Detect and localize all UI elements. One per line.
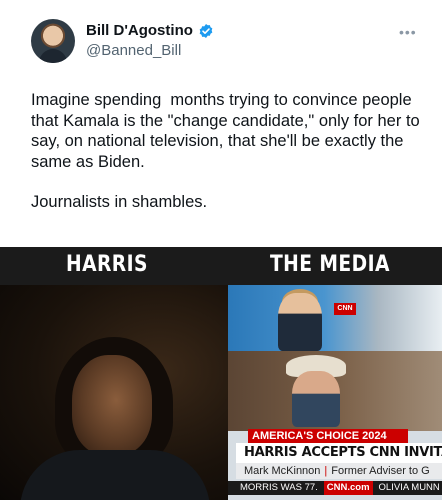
tv-guest [292,371,340,427]
meme-label-left: HARRIS [66,252,148,277]
ticker-cnn-logo: CNN.com [323,481,373,495]
portrait-jacket [20,450,210,500]
tweet-paragraph-2: Journalists in shambles. [31,193,208,211]
chyron-headline: HARRIS ACCEPTS CNN INVITATION FOR A S [236,443,442,463]
tweet-text: Imagine spending months trying to convin… [31,90,426,213]
tweet-media-image[interactable]: HARRIS THE MEDIA CNN AMERICA'S CHOICE 20… [0,247,442,500]
meme-label-bar: HARRIS THE MEDIA [0,247,442,285]
news-chyron: AMERICA'S CHOICE 2024 HARRIS ACCEPTS CNN… [228,429,442,500]
chyron-tag: AMERICA'S CHOICE 2024 [248,429,408,443]
author-handle[interactable]: @Banned_Bill [86,42,181,59]
author-avatar[interactable] [31,19,75,63]
chyron-separator: | [324,465,328,477]
tv-studio-top [228,285,442,351]
news-anchor [278,293,322,351]
chyron-subtitle: Mark McKinnon | Former Adviser to G [236,463,442,479]
cnn-mini-logo: CNN [334,303,356,315]
chyron-guest-title: Former Adviser to G [331,465,430,477]
tweet-header: Bill D'Agostino @Banned_Bill ••• [0,0,442,78]
author-name-row: Bill D'Agostino [86,22,214,39]
chyron-guest-name: Mark McKinnon [244,465,321,477]
news-ticker: MORRIS WAS 77. CNN.com OLIVIA MUNN ANI [228,481,442,495]
more-options-icon[interactable]: ••• [399,24,417,40]
author-name[interactable]: Bill D'Agostino [86,22,193,39]
portrait-face [72,355,152,455]
ticker-right-text: OLIVIA MUNN ANI [378,482,442,493]
meme-label-right: THE MEDIA [270,252,390,277]
tweet-paragraph-1: Imagine spending months trying to convin… [31,91,425,171]
right-tv-panel: CNN AMERICA'S CHOICE 2024 HARRIS ACCEPTS… [228,285,442,500]
verified-badge-icon [199,23,213,38]
left-photo-panel [0,285,228,500]
ticker-left-text: MORRIS WAS 77. [240,482,318,493]
